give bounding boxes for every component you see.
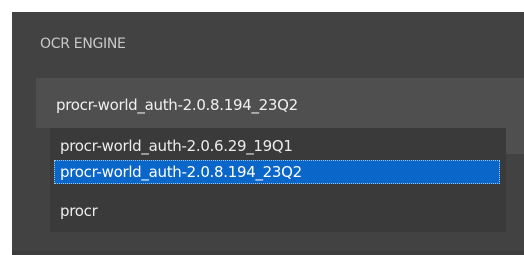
ocr-engine-label: OCR ENGINE: [40, 36, 126, 52]
panel-bottom-edge: [12, 251, 524, 255]
window-region: OCR ENGINE procr-world_auth-2.0.8.194_23…: [0, 0, 524, 255]
ocr-engine-dropdown-list: procr-world_auth-2.0.6.29_19Q1 procr-wor…: [50, 128, 506, 232]
dropdown-option-highlighted[interactable]: procr-world_auth-2.0.8.194_23Q2: [54, 160, 500, 184]
ocr-engine-select[interactable]: procr-world_auth-2.0.8.194_23Q2: [36, 78, 524, 128]
dropdown-option[interactable]: procr: [54, 199, 500, 223]
dropdown-option[interactable]: procr-world_auth-2.0.6.29_19Q1: [54, 134, 500, 158]
dropdown-gutter: [506, 128, 524, 154]
ocr-engine-selected-value: procr-world_auth-2.0.8.194_23Q2: [56, 96, 298, 114]
